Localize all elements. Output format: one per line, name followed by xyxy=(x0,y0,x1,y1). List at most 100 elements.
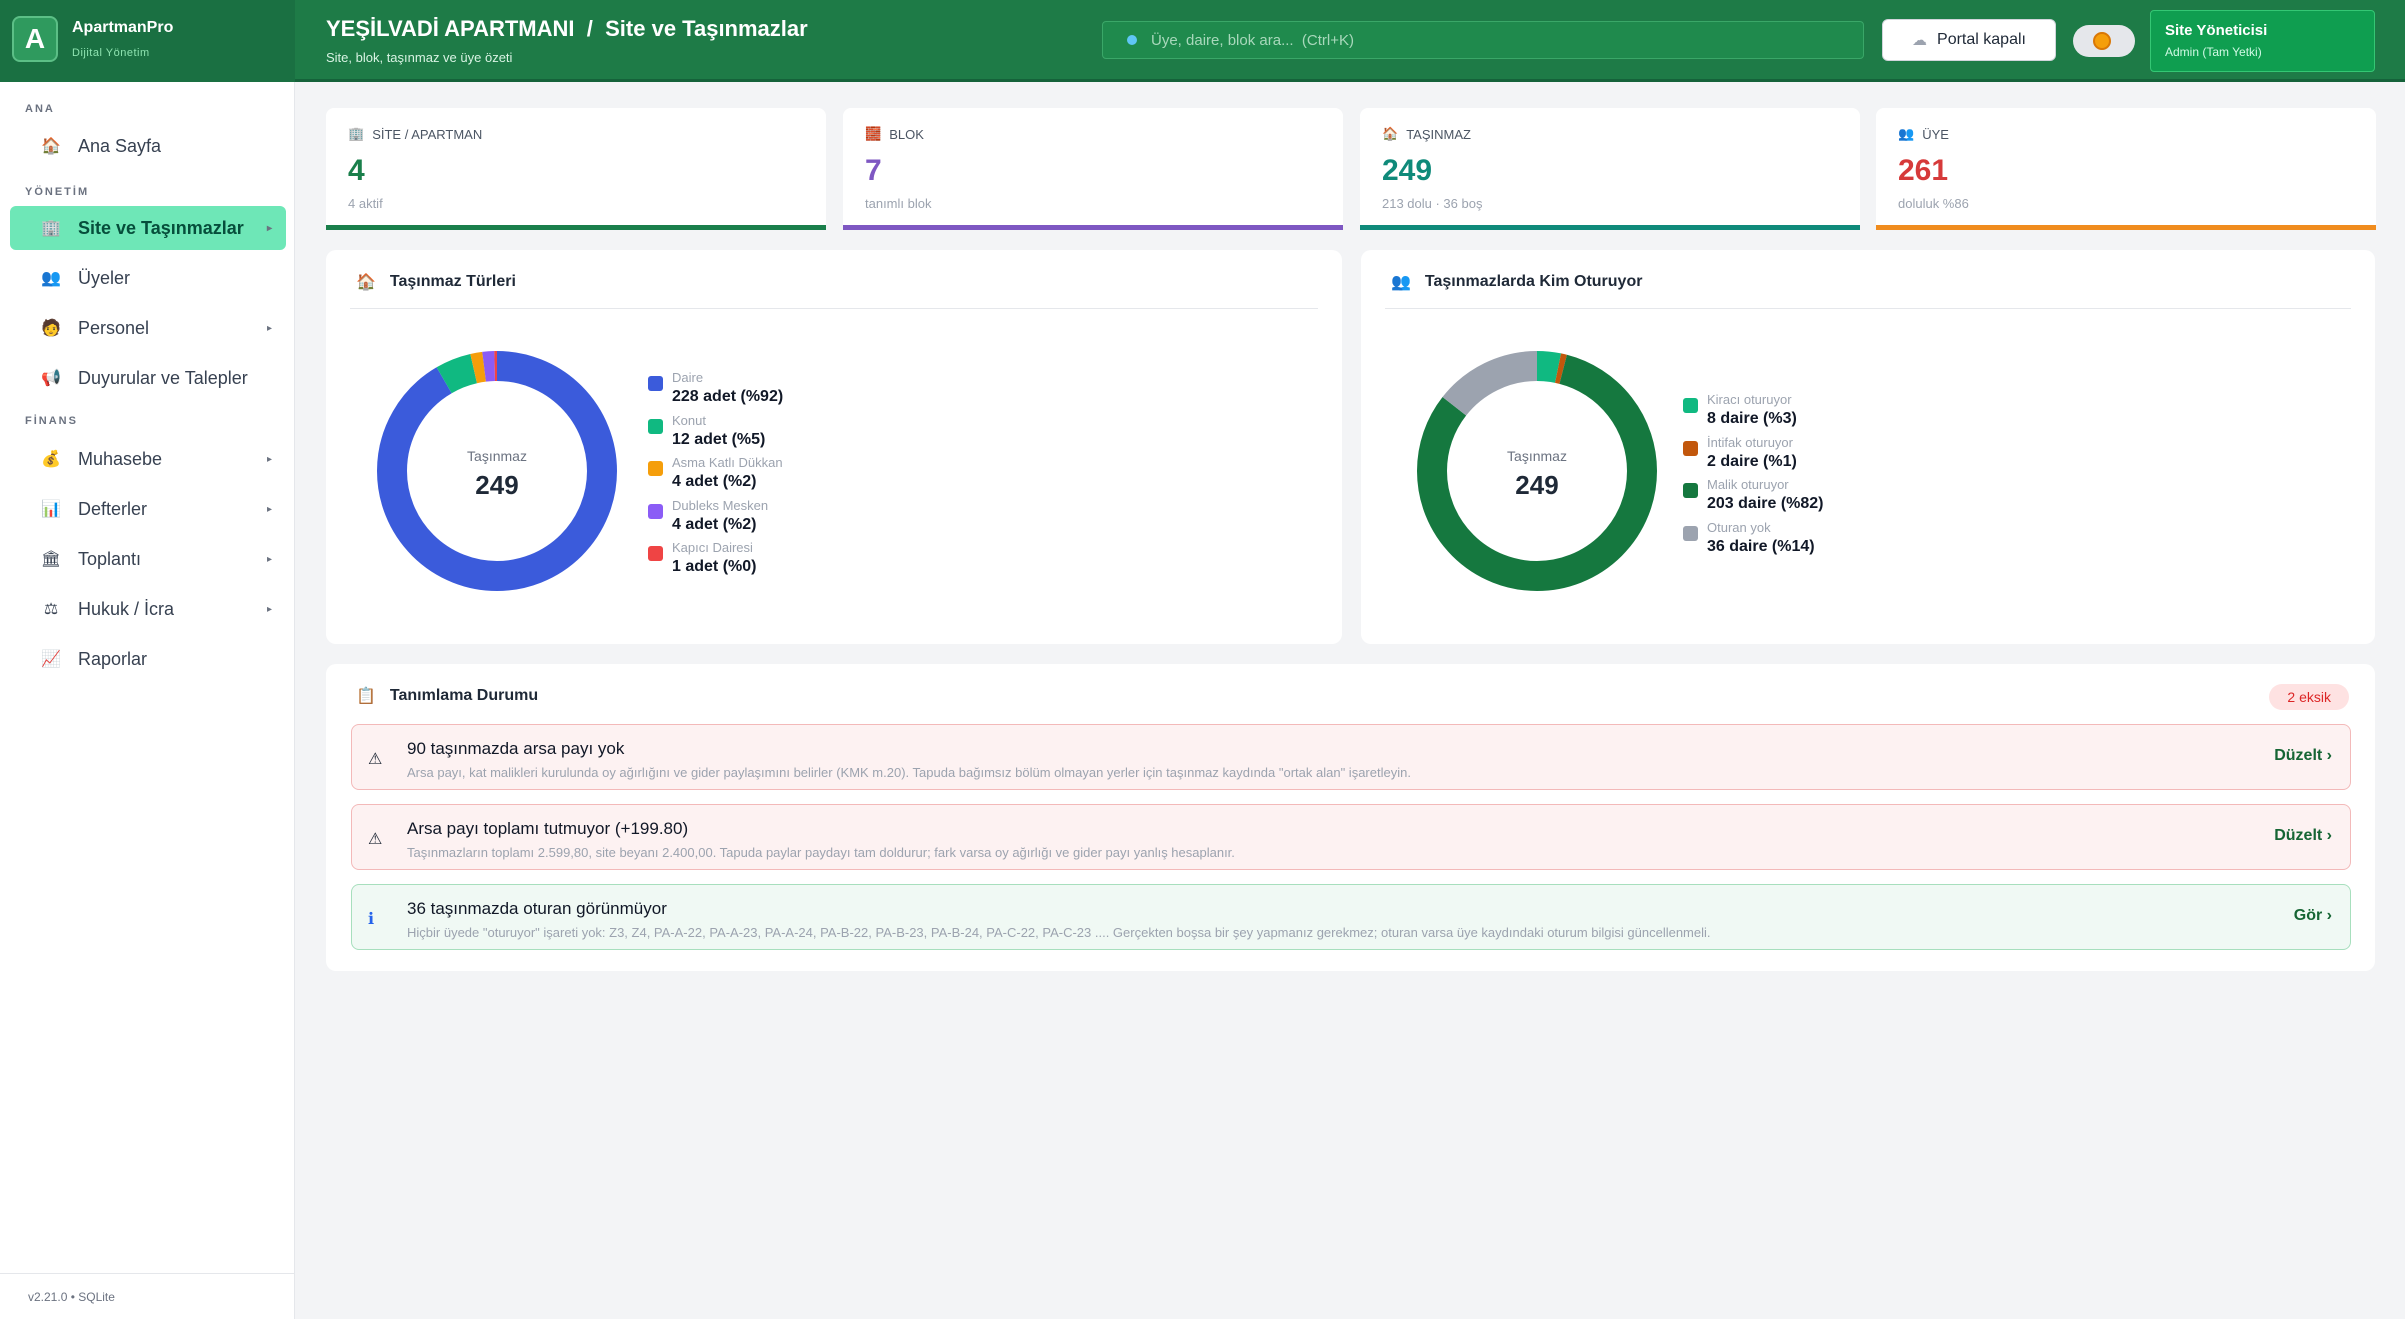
home-icon: 🏠 xyxy=(41,138,61,155)
legend-name: Dubleks Mesken xyxy=(672,497,769,513)
home-icon: 🏠 xyxy=(356,274,376,291)
legend-value: 36 daire (%14) xyxy=(1707,537,1815,555)
sidebar-item-label: Duyurular ve Talepler xyxy=(78,367,248,388)
stat-value: 4 xyxy=(348,154,365,187)
sidebar-section-finans: FİNANS xyxy=(25,415,78,427)
sidebar-item-label: Personel xyxy=(78,317,150,338)
stat-card-blocks[interactable]: 🧱 BLOK 7 tanımlı blok xyxy=(843,108,1343,230)
sidebar-item-label: Üyeler xyxy=(78,267,131,288)
sidebar-item-label: Toplantı xyxy=(78,548,142,569)
sidebar-item-label: Hukuk / İcra xyxy=(78,598,175,619)
brand[interactable]: A ApartmanPro Dijital Yönetim xyxy=(0,0,295,82)
panel-title-text: Taşınmazlarda Kim Oturuyor xyxy=(1424,273,1643,290)
users-icon: 👥 xyxy=(41,270,61,287)
stat-label: TAŞINMAZ xyxy=(1406,126,1471,142)
stat-bar xyxy=(1876,225,2376,230)
portal-button[interactable]: ☁ Portal kapalı xyxy=(1882,19,2056,61)
home-icon: 🏠 xyxy=(1382,126,1399,141)
legend-swatch xyxy=(1683,483,1698,498)
sidebar-item-members[interactable]: 👥 Üyeler xyxy=(10,256,286,300)
alert-description: Hiçbir üyede "oturuyor" işareti yok: Z3,… xyxy=(407,925,1711,940)
brand-subtitle: Dijital Yönetim xyxy=(72,47,150,59)
donut-center-value: 249 xyxy=(475,470,519,500)
legend-swatch xyxy=(648,418,663,434)
sidebar-item-reports[interactable]: 📈 Raporlar xyxy=(10,637,286,681)
panel-title: 👥 Taşınmazlarda Kim Oturuyor xyxy=(1391,272,1642,292)
building-icon: 🏢 xyxy=(348,126,365,141)
portal-button-label: Portal kapalı xyxy=(1937,31,2026,48)
sidebar: ANA 🏠 Ana Sayfa YÖNETİM 🏢 Site ve Taşınm… xyxy=(0,82,295,1319)
theme-toggle[interactable] xyxy=(2073,25,2135,57)
donut-center-label: Taşınmaz xyxy=(467,448,527,464)
stat-value: 7 xyxy=(865,154,882,187)
stat-card-properties[interactable]: 🏠 TAŞINMAZ 249 213 dolu · 36 boş xyxy=(1360,108,1860,230)
stat-sub: tanımlı blok xyxy=(865,196,932,211)
occupancy-panel: 👥 Taşınmazlarda Kim Oturuyor Taşınmaz 24… xyxy=(1361,250,2375,644)
sidebar-item-legal[interactable]: ⚖ Hukuk / İcra ▸ xyxy=(10,587,286,631)
sun-icon xyxy=(2093,32,2111,50)
bricks-icon: 🧱 xyxy=(865,126,882,141)
fix-button[interactable]: Düzelt › xyxy=(2274,747,2332,765)
stat-value: 261 xyxy=(1898,154,1949,187)
sidebar-section-yonetim: YÖNETİM xyxy=(25,186,90,198)
definition-status-panel: 📋 Tanımlama Durumu 2 eksik ⚠ 90 taşınmaz… xyxy=(326,664,2375,971)
alert-title: 36 taşınmazda oturan görünmüyor xyxy=(407,899,667,918)
legend-swatch xyxy=(1683,398,1698,413)
search-input[interactable] xyxy=(1151,31,1751,49)
alert-no-occupant: ℹ 36 taşınmazda oturan görünmüyor Hiçbir… xyxy=(351,884,2351,950)
sidebar-item-announcements[interactable]: 📢 Duyurular ve Talepler xyxy=(10,356,286,400)
megaphone-icon: 📢 xyxy=(41,370,61,387)
user-role: Admin (Tam Yetki) xyxy=(2165,45,2262,59)
sidebar-item-staff[interactable]: 🧑 Personel ▸ xyxy=(10,306,286,350)
divider xyxy=(1385,308,2351,309)
sidebar-item-meeting[interactable]: 🏛 Toplantı ▸ xyxy=(10,537,286,581)
legend-item: Dubleks Mesken 4 adet (%2) xyxy=(648,498,783,541)
alert-land-share-total: ⚠ Arsa payı toplamı tutmuyor (+199.80) T… xyxy=(351,804,2351,870)
building-icon: 🏢 xyxy=(41,220,61,237)
donut-center: Taşınmaz 249 xyxy=(1477,448,1597,501)
sidebar-item-label: Muhasebe xyxy=(78,448,163,469)
chevron-right-icon: ▸ xyxy=(266,222,272,234)
legend-item: Oturan yok 36 daire (%14) xyxy=(1683,520,1824,563)
top-bar: A ApartmanPro Dijital Yönetim YEŞİLVADİ … xyxy=(0,0,2405,82)
legend-name: Konut xyxy=(672,412,706,428)
sidebar-item-ledgers[interactable]: 📊 Defterler ▸ xyxy=(10,487,286,531)
chevron-right-icon: ▸ xyxy=(266,503,272,515)
legend-value: 203 daire (%82) xyxy=(1707,495,1824,512)
search-box[interactable] xyxy=(1102,21,1864,59)
legend-swatch xyxy=(1683,525,1698,541)
donut-center-label: Taşınmaz xyxy=(1507,448,1567,464)
title-separator: / xyxy=(586,16,593,41)
sidebar-item-accounting[interactable]: 💰 Muhasebe ▸ xyxy=(10,437,286,481)
legend-name: Malik oturuyor xyxy=(1707,477,1789,492)
legend-item: Kiracı oturuyor 8 daire (%3) xyxy=(1683,392,1824,435)
legend-value: 228 adet (%92) xyxy=(672,388,784,405)
stat-sub: 213 dolu · 36 boş xyxy=(1382,196,1483,211)
sidebar-item-sites[interactable]: 🏢 Site ve Taşınmazlar ▸ xyxy=(10,206,286,250)
stat-bar xyxy=(1360,225,1860,230)
sidebar-item-label: Defterler xyxy=(78,498,148,519)
sidebar-item-home[interactable]: 🏠 Ana Sayfa xyxy=(10,124,286,168)
legend-item: İntifak oturuyor 2 daire (%1) xyxy=(1683,435,1824,478)
view-button[interactable]: Gör › xyxy=(2294,907,2332,925)
legend-name: Daire xyxy=(672,370,704,385)
fix-button[interactable]: Düzelt › xyxy=(2274,827,2332,845)
cloud-icon: ☁ xyxy=(1912,32,1928,49)
stat-card-members[interactable]: 👥 ÜYE 261 doluluk %86 xyxy=(1876,108,2376,230)
legend-item: Kapıcı Dairesi 1 adet (%0) xyxy=(648,540,783,583)
user-menu[interactable]: Site Yöneticisi Admin (Tam Yetki) xyxy=(2150,10,2375,72)
alert-description: Taşınmazların toplamı 2.599,80, site bey… xyxy=(407,845,1235,860)
brand-name: ApartmanPro xyxy=(72,19,174,36)
panel-title-text: Tanımlama Durumu xyxy=(389,687,539,704)
bar-chart-icon: 📊 xyxy=(41,501,61,518)
legend-item: Asma Katlı Dükkan 4 adet (%2) xyxy=(648,455,783,498)
stat-card-sites[interactable]: 🏢 SİTE / APARTMAN 4 4 aktif xyxy=(326,108,826,230)
users-icon: 👥 xyxy=(1391,274,1411,291)
site-name: YEŞİLVADİ APARTMANI xyxy=(326,16,575,41)
alert-missing-land-share: ⚠ 90 taşınmazda arsa payı yok Arsa payı,… xyxy=(351,724,2351,790)
legend-item: Konut 12 adet (%5) xyxy=(648,413,783,456)
page-name: Site ve Taşınmazlar xyxy=(605,16,808,41)
line-chart-icon: 📈 xyxy=(41,651,61,668)
search-icon xyxy=(1127,35,1137,45)
alert-description: Arsa payı, kat malikleri kurulunda oy ağ… xyxy=(407,765,1411,780)
